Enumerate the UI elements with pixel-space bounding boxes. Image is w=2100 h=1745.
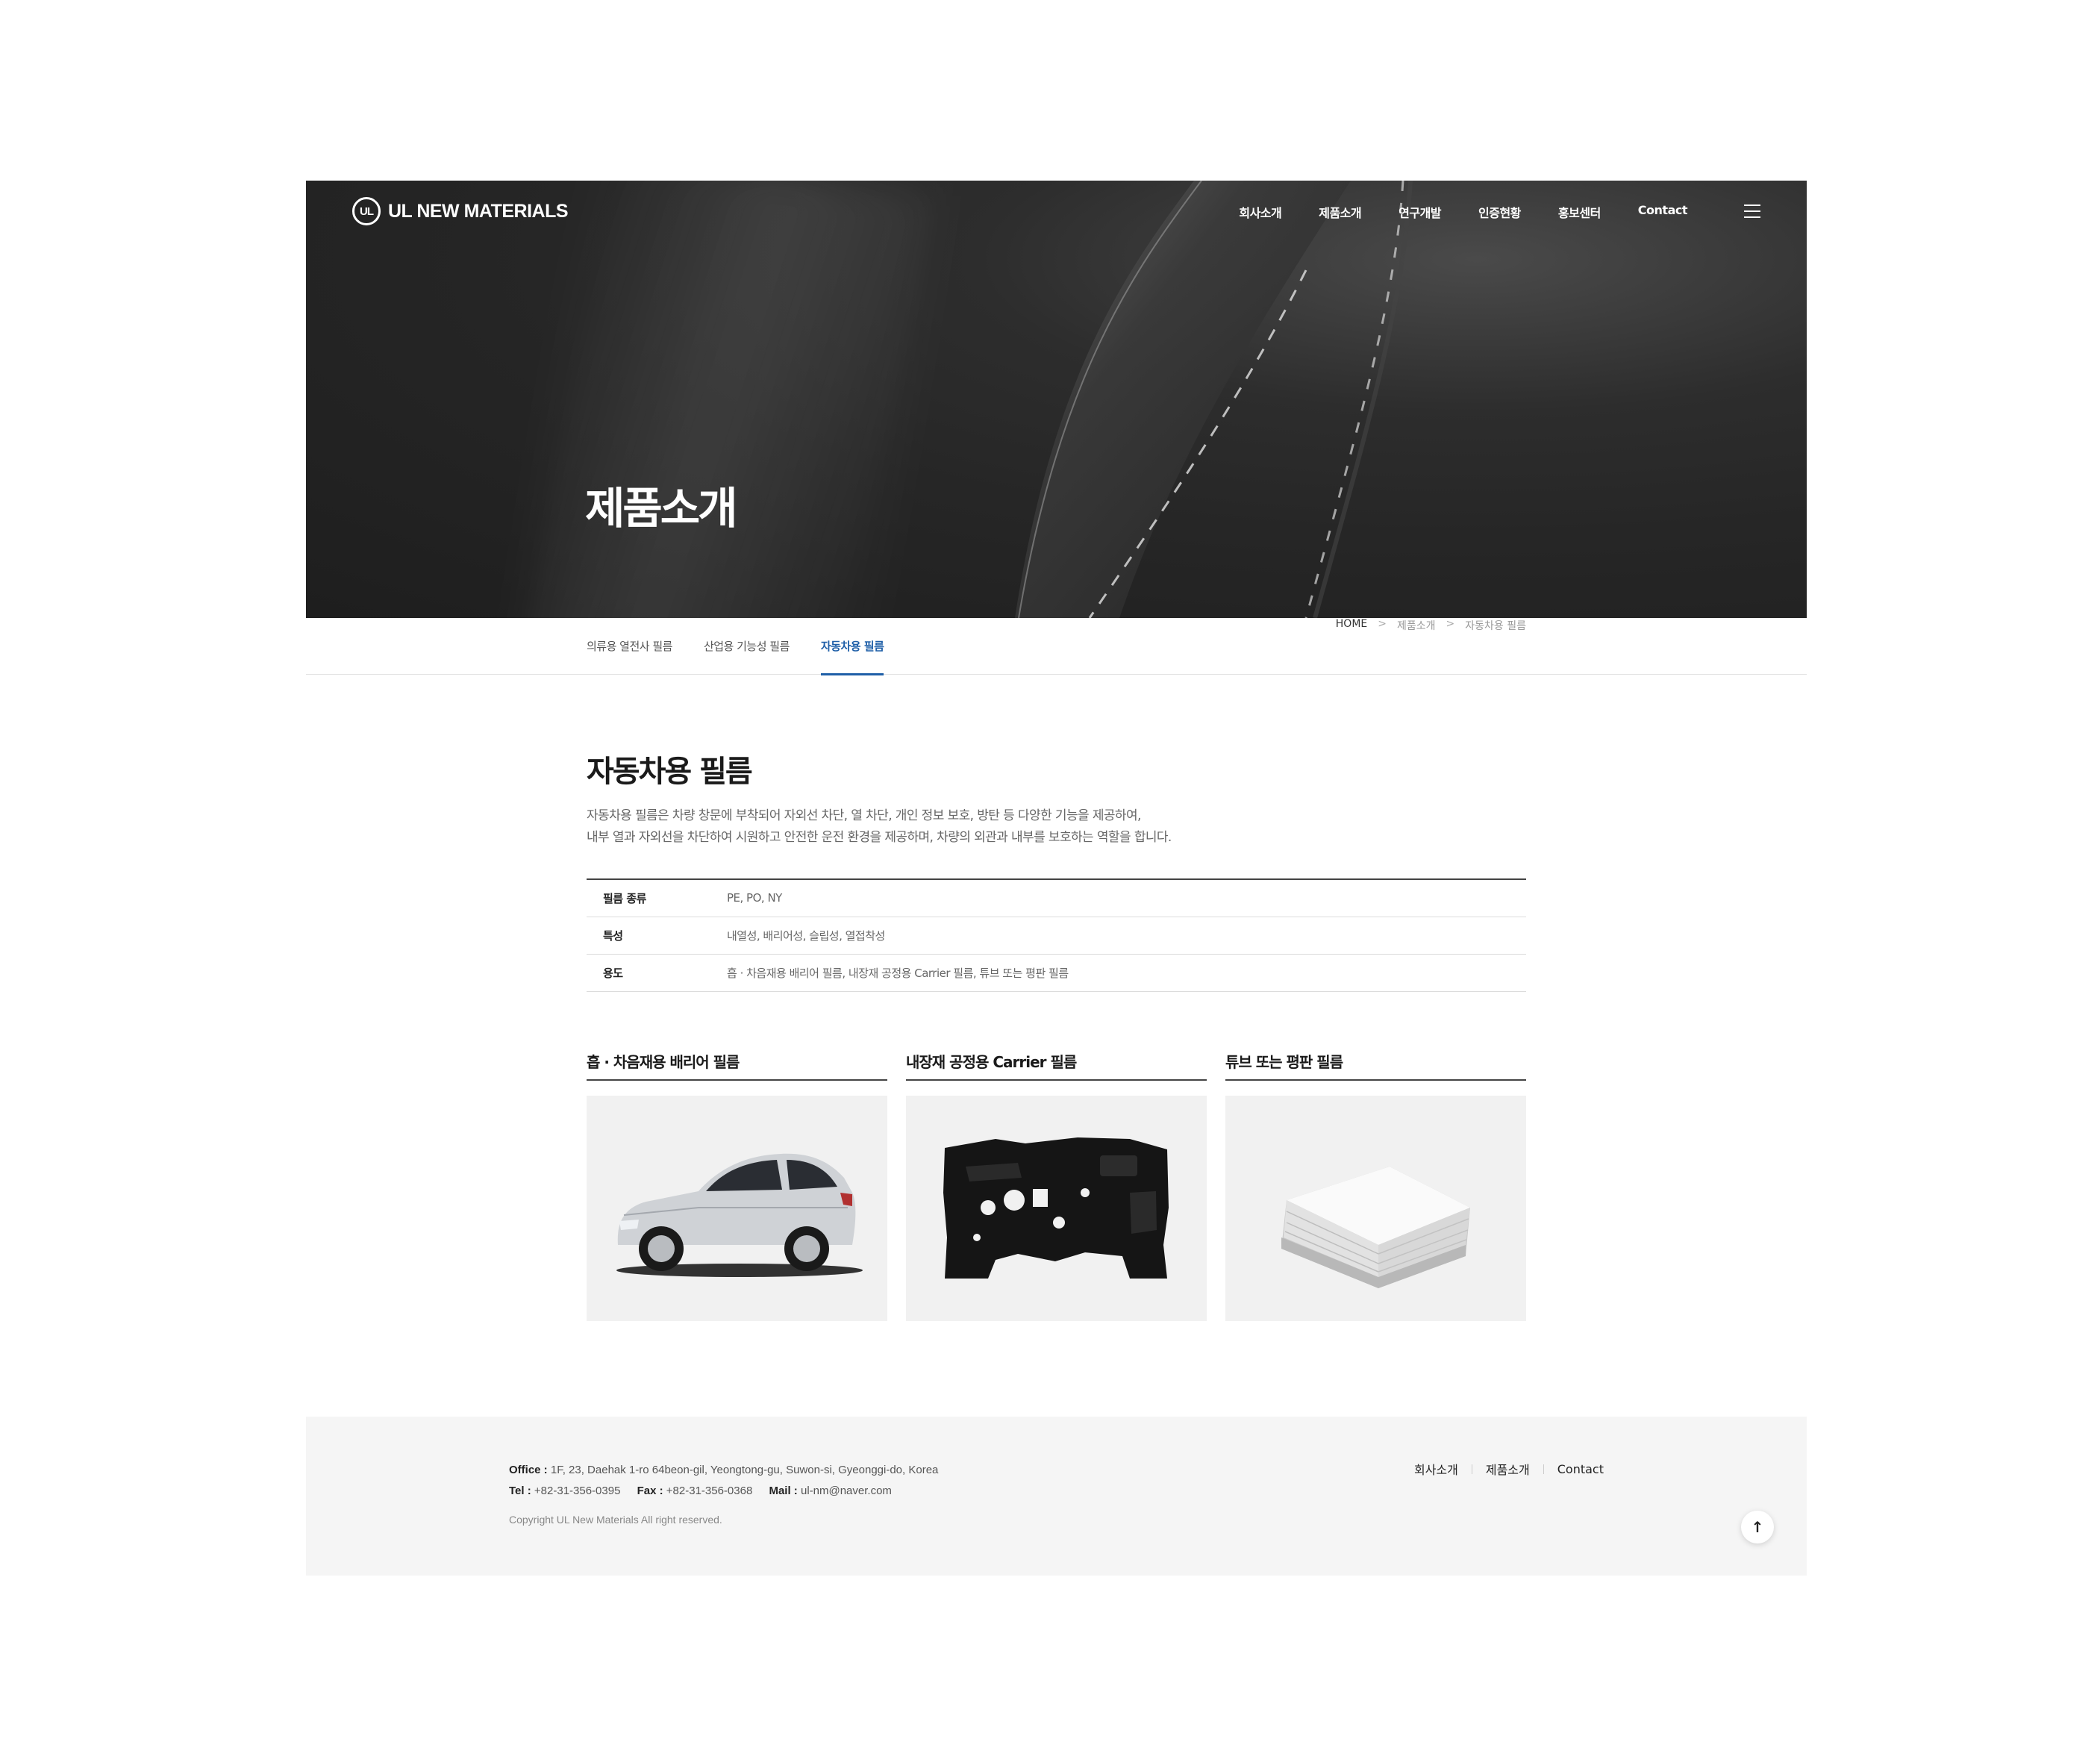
spec-label: 용도 xyxy=(587,954,727,992)
office-address: 1F, 23, Daehak 1-ro 64beon-gil, Yeongton… xyxy=(550,1464,939,1476)
card-tube-flat-film: 튜브 또는 평판 필름 xyxy=(1225,1050,1526,1321)
logo-text: UL NEW MATERIALS xyxy=(388,200,569,222)
spec-value: 흡 · 차음재용 배리어 필름, 내장재 공정용 Carrier 필름, 튜브 … xyxy=(727,954,1526,992)
card-image xyxy=(1225,1095,1526,1321)
company-info: Office : 1F, 23, Daehak 1-ro 64beon-gil,… xyxy=(509,1460,938,1502)
card-carrier-film: 내장재 공정용 Carrier 필름 xyxy=(906,1050,1207,1321)
card-image xyxy=(906,1095,1207,1321)
page-title: 자동차용 필름 xyxy=(587,755,753,789)
footer-links: 회사소개 제품소개 Contact xyxy=(1414,1460,1604,1478)
mail-value[interactable]: ul-nm@naver.com xyxy=(801,1485,892,1497)
sub-navigation: 의류용 열전사 필름 산업용 기능성 필름 자동차용 필름 HOME > 제품소… xyxy=(306,618,1807,675)
table-row: 특성 내열성, 배리어성, 슬립성, 열접착성 xyxy=(587,917,1526,955)
description-line: 내부 열과 자외선을 차단하여 시원하고 안전한 운전 환경을 제공하며, 차량… xyxy=(587,830,1172,845)
chevron-right-icon: > xyxy=(1446,618,1455,630)
description-line: 자동차용 필름은 차량 창문에 부착되어 자외선 차단, 열 차단, 개인 정보… xyxy=(587,808,1141,823)
card-title: 내장재 공정용 Carrier 필름 xyxy=(906,1050,1207,1081)
card-image xyxy=(587,1095,887,1321)
spec-label: 필름 종류 xyxy=(587,879,727,917)
page-frame: UL UL NEW MATERIALS 회사소개 제품소개 연구개발 인증현황 … xyxy=(306,181,1807,1321)
nav-item-company[interactable]: 회사소개 xyxy=(1239,203,1281,221)
spec-label: 특성 xyxy=(587,917,727,955)
footer-link-contact[interactable]: Contact xyxy=(1557,1462,1604,1476)
site-footer: Office : 1F, 23, Daehak 1-ro 64beon-gil,… xyxy=(306,1417,1807,1576)
nav-item-pr-center[interactable]: 홍보센터 xyxy=(1558,203,1601,221)
tel-label: Tel : xyxy=(509,1485,531,1497)
spec-value: 내열성, 배리어성, 슬립성, 열접착성 xyxy=(727,917,1526,955)
table-row: 용도 흡 · 차음재용 배리어 필름, 내장재 공정용 Carrier 필름, … xyxy=(587,954,1526,992)
arrow-up-icon: ↑ xyxy=(1751,1518,1764,1536)
product-content: 자동차용 필름 자동차용 필름은 차량 창문에 부착되어 자외선 차단, 열 차… xyxy=(587,675,1526,1321)
nav-item-products[interactable]: 제품소개 xyxy=(1319,203,1361,221)
card-barrier-film: 흡 · 차음재용 배리어 필름 xyxy=(587,1050,887,1321)
spec-table: 필름 종류 PE, PO, NY 특성 내열성, 배리어성, 슬립성, 열접착성… xyxy=(587,878,1526,992)
contact-line: Tel : +82-31-356-0395 Fax : +82-31-356-0… xyxy=(509,1481,938,1502)
nav-item-contact[interactable]: Contact xyxy=(1638,203,1688,221)
logo-mark-icon: UL xyxy=(352,197,381,225)
site-logo[interactable]: UL UL NEW MATERIALS xyxy=(352,197,569,225)
spec-value: PE, PO, NY xyxy=(727,879,1526,917)
tab-automotive[interactable]: 자동차용 필름 xyxy=(820,618,884,675)
car-image xyxy=(616,1153,863,1277)
office-label: Office : xyxy=(509,1464,548,1476)
breadcrumb-home[interactable]: HOME xyxy=(1336,618,1367,633)
film-sheets-image xyxy=(1281,1166,1470,1288)
divider xyxy=(1543,1464,1544,1474)
breadcrumb-products[interactable]: 제품소개 xyxy=(1397,618,1436,633)
main-nav: 회사소개 제품소개 연구개발 인증현황 홍보센터 Contact xyxy=(1239,203,1687,221)
tab-clothing-heat-transfer[interactable]: 의류용 열전사 필름 xyxy=(587,618,672,675)
interior-panel-image xyxy=(943,1137,1169,1279)
leather-seat-image xyxy=(1015,181,1413,618)
breadcrumb: HOME > 제품소개 > 자동차용 필름 xyxy=(1336,618,1526,633)
nav-item-research[interactable]: 연구개발 xyxy=(1399,203,1441,221)
mail-label: Mail : xyxy=(769,1485,798,1497)
breadcrumb-current: 자동차용 필름 xyxy=(1465,620,1526,632)
nav-item-certification[interactable]: 인증현황 xyxy=(1478,203,1521,221)
footer-link-products[interactable]: 제품소개 xyxy=(1486,1460,1530,1478)
scroll-top-button[interactable]: ↑ xyxy=(1741,1511,1774,1543)
card-title: 튜브 또는 평판 필름 xyxy=(1225,1050,1526,1081)
category-tabs: 의류용 열전사 필름 산업용 기능성 필름 자동차용 필름 xyxy=(587,618,884,675)
footer-link-company[interactable]: 회사소개 xyxy=(1414,1460,1458,1478)
tab-industrial-functional[interactable]: 산업용 기능성 필름 xyxy=(704,618,790,675)
hero-title: 제품소개 xyxy=(585,483,737,534)
fax-label: Fax : xyxy=(637,1485,663,1497)
hero-banner: UL UL NEW MATERIALS 회사소개 제품소개 연구개발 인증현황 … xyxy=(306,181,1807,618)
fax-value: +82-31-356-0368 xyxy=(666,1485,753,1497)
application-cards: 흡 · 차음재용 배리어 필름 내장재 공정용 Carrier 필름 튜브 또는… xyxy=(587,1050,1526,1321)
tel-value: +82-31-356-0395 xyxy=(534,1485,621,1497)
hamburger-icon[interactable] xyxy=(1744,205,1760,218)
card-title: 흡 · 차음재용 배리어 필름 xyxy=(587,1050,887,1081)
product-description: 자동차용 필름은 차량 창문에 부착되어 자외선 차단, 열 차단, 개인 정보… xyxy=(587,805,1526,849)
table-row: 필름 종류 PE, PO, NY xyxy=(587,879,1526,917)
office-line: Office : 1F, 23, Daehak 1-ro 64beon-gil,… xyxy=(509,1460,938,1481)
copyright: Copyright UL New Materials All right res… xyxy=(509,1514,722,1526)
chevron-right-icon: > xyxy=(1378,618,1387,630)
